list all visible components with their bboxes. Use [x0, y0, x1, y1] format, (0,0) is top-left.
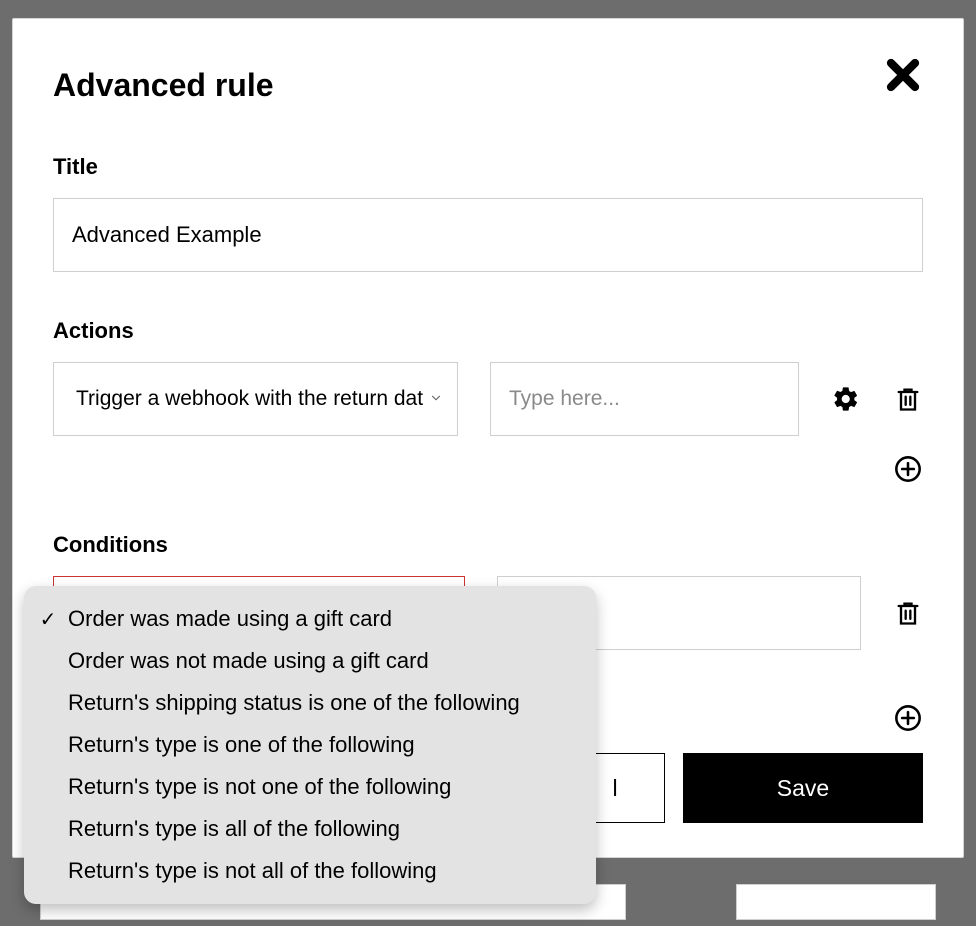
condition-delete-button[interactable] [893, 598, 923, 628]
condition-option-label: Return's type is all of the following [68, 816, 400, 842]
actions-section-label: Actions [53, 318, 923, 344]
check-icon: ✓ [36, 607, 60, 632]
condition-option-label: Return's shipping status is one of the f… [68, 690, 520, 716]
rule-title-input[interactable] [53, 198, 923, 272]
action-type-select[interactable]: Trigger a webhook with the return data [53, 362, 458, 436]
condition-option[interactable]: Return's type is one of the following [24, 724, 596, 766]
save-button-label: Save [777, 775, 829, 802]
action-settings-button[interactable] [831, 384, 861, 414]
action-value-input[interactable] [490, 362, 799, 436]
condition-option-label: Order was not made using a gift card [68, 648, 429, 674]
action-delete-button[interactable] [893, 384, 923, 414]
condition-option[interactable]: Return's type is all of the following [24, 808, 596, 850]
add-action-button[interactable] [893, 454, 923, 484]
add-condition-button[interactable] [893, 703, 923, 733]
title-section-label: Title [53, 154, 923, 180]
condition-option-label: Return's type is one of the following [68, 732, 415, 758]
condition-option[interactable]: ✓ Order was made using a gift card [24, 598, 596, 640]
condition-option-label: Order was made using a gift card [68, 606, 392, 632]
gear-icon [832, 385, 860, 413]
condition-option[interactable]: Return's type is not all of the followin… [24, 850, 596, 892]
condition-option[interactable]: Return's shipping status is one of the f… [24, 682, 596, 724]
trash-icon [894, 385, 922, 413]
condition-option-label: Return's type is not one of the followin… [68, 774, 451, 800]
close-icon [885, 57, 921, 93]
cancel-button-label: l [612, 775, 617, 802]
plus-circle-icon [894, 704, 922, 732]
save-button[interactable]: Save [683, 753, 923, 823]
condition-option-label: Return's type is not all of the followin… [68, 858, 437, 884]
modal-title: Advanced rule [53, 67, 923, 104]
condition-options-dropdown: ✓ Order was made using a gift card Order… [24, 586, 596, 904]
plus-circle-icon [894, 455, 922, 483]
trash-icon [894, 599, 922, 627]
condition-option[interactable]: Order was not made using a gift card [24, 640, 596, 682]
action-type-selected: Trigger a webhook with the return data [76, 387, 423, 411]
close-button[interactable] [883, 55, 923, 95]
condition-option[interactable]: Return's type is not one of the followin… [24, 766, 596, 808]
chevron-down-icon [429, 387, 443, 411]
conditions-section-label: Conditions [53, 532, 923, 558]
